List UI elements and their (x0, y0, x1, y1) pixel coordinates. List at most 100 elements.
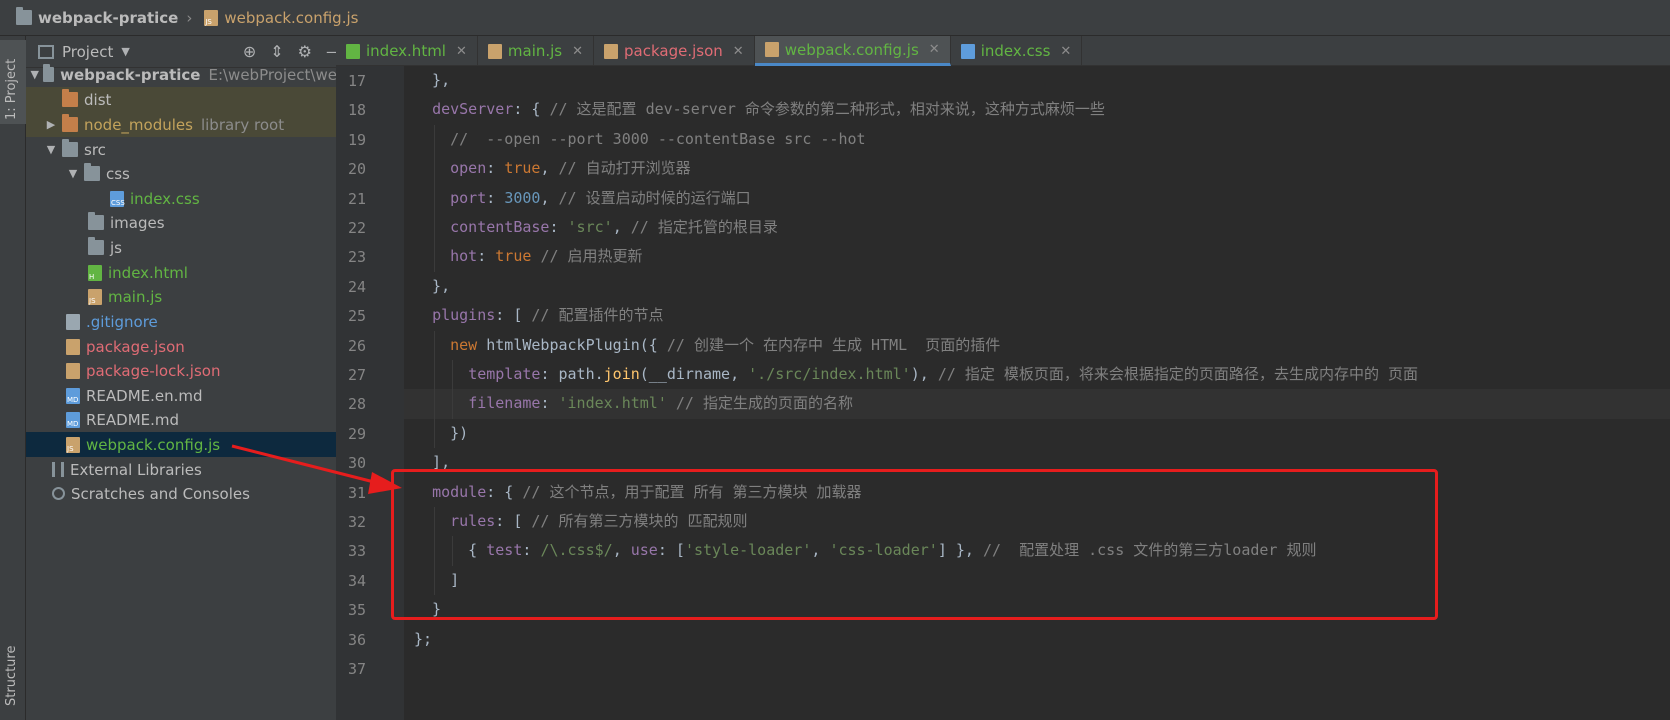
line-number: 29 (347, 424, 366, 443)
tree-item-readme-en[interactable]: MD README.en.md (26, 383, 356, 408)
line-number: 18 (347, 101, 366, 120)
tab-index-html[interactable]: index.html ✕ (336, 36, 478, 66)
code-line[interactable]: }) (404, 419, 1670, 448)
line-number: 20 (347, 160, 366, 179)
code-line[interactable]: ] (404, 566, 1670, 595)
tree-item-scratches[interactable]: Scratches and Consoles (26, 481, 356, 506)
tree-item-readme[interactable]: MD README.md (26, 407, 356, 432)
indent-guide (434, 330, 435, 449)
css-file-icon (960, 43, 975, 59)
code-line[interactable]: }, (404, 272, 1670, 301)
close-icon[interactable]: ✕ (572, 44, 583, 59)
folder-icon (88, 212, 104, 230)
collapse-all-icon[interactable]: ⇕ (270, 42, 283, 61)
js-file-icon: JS (88, 288, 102, 305)
tab-webpack-config[interactable]: webpack.config.js ✕ (754, 36, 951, 66)
close-icon[interactable]: ✕ (456, 44, 467, 59)
code-line[interactable]: plugins: [ // 配置插件的节点 (404, 301, 1670, 330)
code-line[interactable]: port: 3000, // 设置启动时候的运行端口 (404, 184, 1670, 213)
chevron-down-icon[interactable]: ▼ (30, 68, 39, 81)
tree-item-package-lock-json[interactable]: package-lock.json (26, 358, 356, 383)
line-number: 37 (347, 660, 366, 678)
tree-item-main-js[interactable]: JS main.js (26, 284, 356, 309)
tree-item-gitignore[interactable]: .gitignore (26, 309, 356, 334)
line-number: 30 (347, 454, 366, 473)
tree-item-root[interactable]: ▼ webpack-pratice E:\webProject\webp (26, 62, 356, 87)
chevron-right-icon[interactable]: ▶ (44, 118, 58, 131)
breadcrumb-file[interactable]: JS webpack.config.js (200, 9, 358, 27)
folder-icon (62, 89, 78, 107)
code-line[interactable]: module: { // 这个节点，用于配置 所有 第三方模块 加载器 (404, 478, 1670, 507)
tab-index-css[interactable]: index.css ✕ (951, 36, 1083, 66)
code-line[interactable]: ], (404, 448, 1670, 477)
code-line[interactable]: template: path.join(__dirname, './src/in… (404, 360, 1670, 389)
code-line[interactable]: devServer: { // 这是配置 dev-server 命令参数的第二种… (404, 95, 1670, 124)
tree-item-package-json[interactable]: package.json (26, 334, 356, 359)
editor-gutter: 17 18 19 20 21 22 23 24 25 26 27 28 29 30 31 32 33 34 35 36… (336, 66, 422, 720)
json-file-icon (66, 338, 80, 355)
tab-main-js[interactable]: main.js ✕ (478, 36, 595, 66)
folder-icon (16, 7, 32, 25)
editor-tabs: index.html ✕ main.js ✕ package.json ✕ we… (336, 36, 1670, 66)
line-number: 27 (347, 366, 366, 384)
line-number: 35 (347, 601, 366, 620)
line-number: 21 (347, 189, 366, 208)
chevron-down-icon[interactable]: ▼ (121, 45, 129, 58)
markdown-file-icon: MD (66, 411, 80, 428)
code-line[interactable]: hot: true // 启用热更新 (404, 242, 1670, 271)
tree-item-node-modules[interactable]: ▶ node_modules library root (26, 112, 356, 137)
indent-guide (434, 507, 435, 596)
line-number: 17 (347, 72, 366, 90)
breadcrumb-project[interactable]: webpack-pratice (12, 7, 178, 27)
close-icon[interactable]: ✕ (733, 44, 744, 59)
tree-item-index-html[interactable]: H index.html (26, 260, 356, 285)
tree-item-webpack-config[interactable]: JS webpack.config.js (26, 432, 356, 457)
code-line[interactable] (404, 654, 1670, 683)
chevron-down-icon[interactable]: ▼ (44, 143, 58, 156)
line-number: 31 (347, 483, 366, 502)
library-icon (52, 462, 64, 477)
folder-icon (88, 237, 104, 255)
code-line[interactable]: { test: /\.css$/, use: ['style-loader', … (404, 536, 1670, 565)
folder-icon (43, 64, 55, 82)
code-line[interactable]: new htmlWebpackPlugin({ // 创建一个 在内存中 生成 … (404, 331, 1670, 360)
scratches-icon (52, 487, 65, 500)
json-file-icon (66, 362, 80, 379)
project-tool-button[interactable]: 1: Project (0, 40, 26, 124)
code-line[interactable]: rules: [ // 所有第三方模块的 匹配规则 (404, 507, 1670, 536)
code-line[interactable]: filename: 'index.html' // 指定生成的页面的名称 (404, 389, 1670, 419)
tree-item-external-libraries[interactable]: External Libraries (26, 457, 356, 482)
project-view-icon (38, 44, 54, 59)
js-file-icon: JS (66, 436, 80, 453)
line-number: 33 (347, 542, 366, 561)
breadcrumb: webpack-pratice › JS webpack.config.js (0, 0, 1670, 36)
tree-item-images[interactable]: images (26, 210, 356, 235)
code-line[interactable]: }; (404, 625, 1670, 654)
tree-item-css[interactable]: ▼ css (26, 161, 356, 186)
text-file-icon (66, 313, 80, 330)
tree-item-index-css[interactable]: CSS index.css (26, 186, 356, 211)
code-editor[interactable]: }, devServer: { // 这是配置 dev-server 命令参数的… (404, 66, 1670, 720)
markdown-file-icon: MD (66, 387, 80, 404)
tree-item-dist[interactable]: dist (26, 87, 356, 112)
chevron-down-icon[interactable]: ▼ (66, 167, 80, 180)
close-icon[interactable]: ✕ (929, 42, 940, 57)
gear-icon[interactable]: ⚙ (298, 42, 312, 61)
html-file-icon (346, 43, 360, 59)
tree-item-src[interactable]: ▼ src (26, 137, 356, 162)
code-line[interactable]: contentBase: 'src', // 指定托管的根目录 (404, 213, 1670, 242)
tab-package-json[interactable]: package.json ✕ (594, 36, 755, 66)
structure-tool-button[interactable]: Structure (0, 606, 26, 716)
locate-icon[interactable]: ⊕ (243, 42, 256, 61)
indent-guide (452, 360, 453, 419)
code-line[interactable]: }, (404, 66, 1670, 95)
project-view-selector[interactable]: Project (62, 43, 113, 61)
line-number: 22 (347, 219, 366, 237)
code-line[interactable]: open: true, // 自动打开浏览器 (404, 154, 1670, 183)
js-file-icon (764, 42, 779, 57)
close-icon[interactable]: ✕ (1060, 44, 1071, 59)
tree-item-js[interactable]: js (26, 235, 356, 260)
line-number: 36 (347, 630, 366, 649)
code-line[interactable]: } (404, 595, 1670, 624)
code-line[interactable]: // --open --port 3000 --contentBase src … (404, 125, 1670, 154)
